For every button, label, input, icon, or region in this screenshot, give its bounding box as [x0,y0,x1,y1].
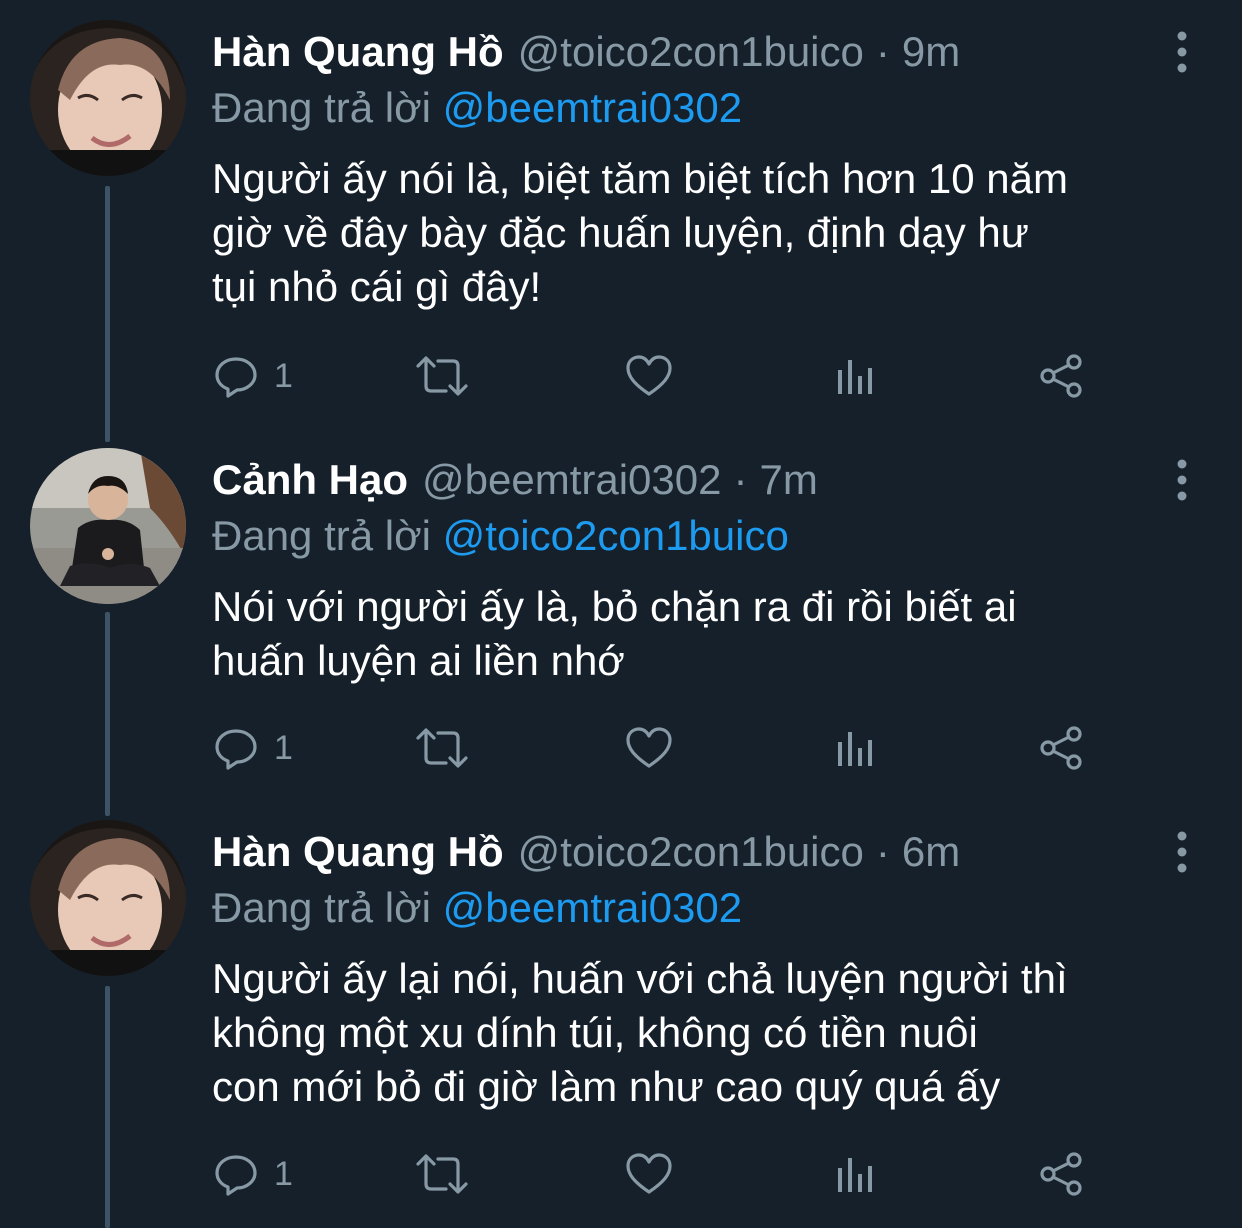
like-button[interactable] [624,718,674,778]
share-icon [1040,726,1082,770]
avatar-photo [30,448,186,604]
separator-dot: · [733,456,748,503]
share-icon [1040,354,1082,398]
replying-to-handle[interactable]: @beemtrai0302 [443,884,742,931]
tweet[interactable]: Hàn Quang Hồ @toico2con1buico · 9m Đang … [0,0,1242,420]
replying-to-label: Đang trả lời [212,84,431,131]
separator-dot: · [875,28,890,75]
reply-button[interactable]: 1 [212,1144,293,1204]
replying-to-label: Đang trả lời [212,884,431,931]
avatar[interactable] [30,20,186,176]
reply-button[interactable]: 1 [212,718,293,778]
more-icon[interactable] [1170,456,1194,504]
tweet-text: Người ấy nói là, biệt tăm biệt tích hơn … [212,155,1068,310]
avatar-photo [30,820,186,976]
action-bar: 1 [212,718,1112,778]
like-icon [626,355,672,396]
separator-dot: · [875,828,890,875]
user-handle[interactable]: @toico2con1buico [518,22,864,82]
analytics-button[interactable] [832,346,880,406]
reply-count: 1 [274,356,293,395]
replying-to-handle[interactable]: @beemtrai0302 [443,84,742,131]
retweet-button[interactable] [412,718,472,778]
like-button[interactable] [624,346,674,406]
analytics-button[interactable] [832,718,880,778]
analytics-icon [838,1158,872,1192]
action-bar: 1 [212,1144,1112,1204]
analytics-button[interactable] [832,1144,880,1204]
reply-count: 1 [274,1154,293,1193]
user-handle[interactable]: @toico2con1buico [518,822,864,882]
display-name[interactable]: Cảnh Hạo [212,450,408,510]
like-icon [626,727,672,768]
more-icon[interactable] [1170,28,1194,76]
timestamp[interactable]: 7m [760,450,818,510]
timestamp[interactable]: 6m [902,822,960,882]
retweet-icon [416,1154,468,1194]
tweet-header: Cảnh Hạo @beemtrai0302 · 7m [212,450,818,510]
tweet-header: Hàn Quang Hồ @toico2con1buico · 9m [212,22,960,82]
display-name[interactable]: Hàn Quang Hồ [212,822,504,882]
like-icon [626,1153,672,1194]
reply-count: 1 [274,728,293,767]
replying-to-label: Đang trả lời [212,512,431,559]
tweet-text: Người ấy lại nói, huấn với chả luyện ngư… [212,955,1068,1110]
retweet-button[interactable] [412,1144,472,1204]
share-button[interactable] [1038,346,1086,406]
tweet[interactable]: Cảnh Hạo @beemtrai0302 · 7m Đang trả lời… [0,428,1242,798]
tweet[interactable]: Hàn Quang Hồ @toico2con1buico · 6m Đang … [0,800,1242,1228]
retweet-icon [416,356,468,396]
like-button[interactable] [624,1144,674,1204]
reply-button[interactable]: 1 [212,346,293,406]
tweet-header: Hàn Quang Hồ @toico2con1buico · 6m [212,822,960,882]
retweet-button[interactable] [412,346,472,406]
share-button[interactable] [1038,1144,1086,1204]
analytics-icon [838,732,872,766]
retweet-icon [416,728,468,768]
tweet-text: Nói với người ấy là, bỏ chặn ra đi rồi b… [212,583,1017,684]
display-name[interactable]: Hàn Quang Hồ [212,22,504,82]
avatar[interactable] [30,820,186,976]
replying-to: Đang trả lời @beemtrai0302 [212,80,742,136]
more-icon[interactable] [1170,828,1194,876]
share-button[interactable] [1038,718,1086,778]
user-handle[interactable]: @beemtrai0302 [422,450,721,510]
share-icon [1040,1152,1082,1196]
replying-to: Đang trả lời @beemtrai0302 [212,880,742,936]
avatar[interactable] [30,448,186,604]
reply-icon [215,1155,257,1196]
reply-icon [215,357,257,398]
replying-to: Đang trả lời @toico2con1buico [212,508,789,564]
replying-to-handle[interactable]: @toico2con1buico [443,512,789,559]
timestamp[interactable]: 9m [902,22,960,82]
avatar-photo [30,20,186,176]
action-bar: 1 [212,346,1112,406]
reply-icon [215,729,257,770]
analytics-icon [838,360,872,394]
